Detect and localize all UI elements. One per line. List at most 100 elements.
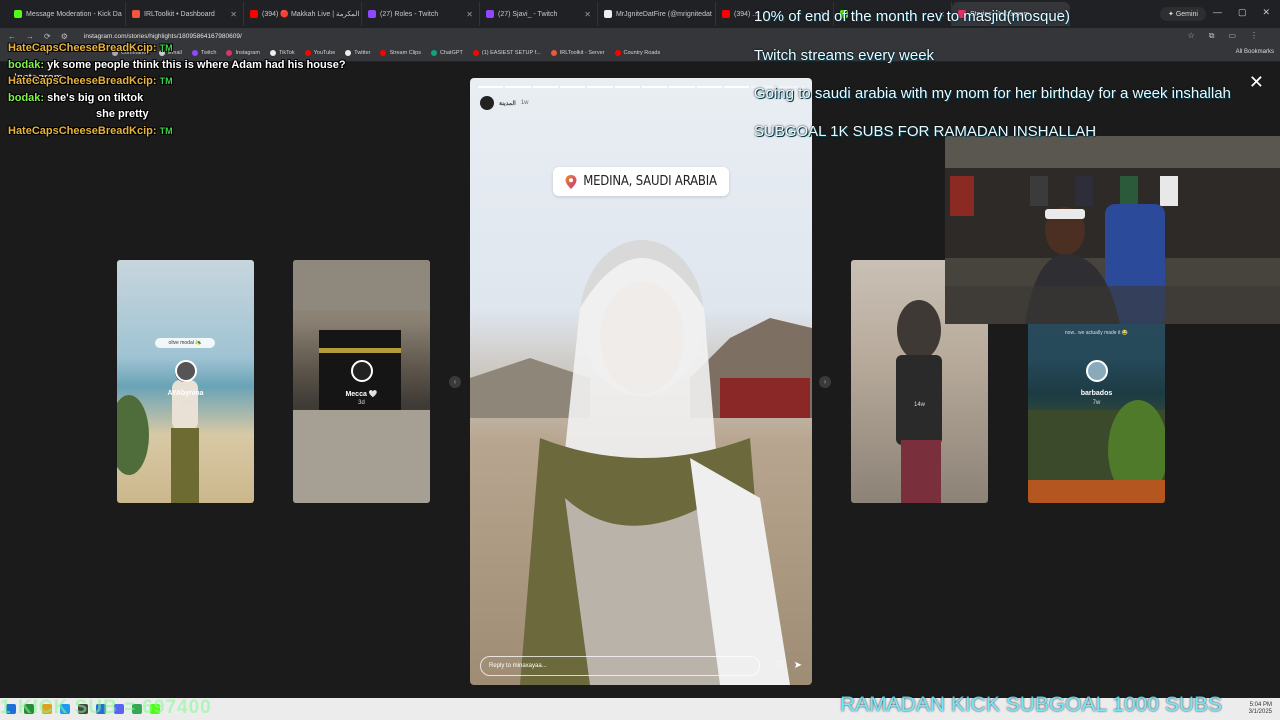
thumb-label: AYAbynina <box>167 390 204 397</box>
avatar <box>1085 360 1108 382</box>
url-field[interactable]: instagram.com/stories/highlights/1809586… <box>84 33 242 40</box>
chat-emote: TM <box>159 76 173 86</box>
bookmark[interactable]: IRLToolkit - Server <box>550 49 605 56</box>
system-clock[interactable]: 5:04 PM 3/1/2025 <box>1249 702 1272 716</box>
chat-separator: : <box>152 124 157 137</box>
minimize-icon[interactable]: — <box>1213 7 1222 18</box>
avatar <box>174 360 197 382</box>
chat-message: she pretty <box>8 106 408 123</box>
menu-icon[interactable]: ⋮ <box>1250 31 1258 41</box>
chat-username: HateCapsCheeseBreadKcip <box>8 124 153 137</box>
extensions-icon[interactable]: ⧉ <box>1209 31 1215 41</box>
close-tab-icon[interactable]: ✕ <box>584 10 591 19</box>
screen: Message Moderation - Kick Da✕ IRLToolkit… <box>0 0 1280 720</box>
send-icon[interactable]: ➤ <box>794 660 802 671</box>
location-text: MEDINA, SAUDI ARABIA <box>583 174 717 189</box>
progress-segment <box>669 86 695 88</box>
window-controls: — ▢ ✕ <box>1213 7 1270 18</box>
clock-date: 3/1/2025 <box>1248 709 1272 716</box>
chat-separator: : <box>152 75 157 87</box>
thumb-label: Mecca 🤍 <box>345 391 378 398</box>
goal-text: Twitch streams every week <box>754 47 935 64</box>
story-username[interactable]: المدينة <box>499 100 516 107</box>
story-actions: ♡ ➤ <box>775 660 802 671</box>
progress-segment <box>478 86 504 88</box>
clock-time: 5:04 PM <box>1249 702 1272 708</box>
story-thumbnail[interactable]: olive modal 🫒 AYAbynina 4w <box>117 260 254 503</box>
chat-message: HateCapsCheeseBreadKcip: TM <box>8 40 408 57</box>
youtube-icon <box>614 49 621 56</box>
next-story-icon[interactable]: › <box>819 376 831 388</box>
chat-username: HateCapsCheeseBreadKcip <box>8 75 153 87</box>
browser-tab[interactable]: Message Moderation - Kick Da✕ <box>8 2 126 26</box>
sidepanel-icon[interactable]: ▭ <box>1228 31 1236 41</box>
chat-text: she pretty <box>96 108 149 120</box>
irltoolkit-icon <box>550 49 557 56</box>
chat-message: HateCapsCheeseBreadKcip: TM <box>8 123 408 140</box>
close-window-icon[interactable]: ✕ <box>1262 7 1270 18</box>
thumb-age: 3d <box>358 400 365 406</box>
goal-text: SUBGOAL 1K SUBS FOR RAMADAN INSHALLAH <box>754 123 1097 140</box>
bookmark-star-icon[interactable]: ☆ <box>1188 31 1195 41</box>
twitch-icon <box>368 10 376 18</box>
sub-goal-ticker: RAMADAN KICK SUBGOAL 1000 SUBS <box>840 693 1223 716</box>
location-pin-icon <box>565 174 577 189</box>
bookmark[interactable]: (1) EASIEST SETUP f... <box>472 49 541 56</box>
story-thumbnail[interactable]: Mecca 🤍 3d <box>293 260 430 503</box>
chat-text: yk some people think this is where Adam … <box>47 58 346 71</box>
irltoolkit-icon <box>132 10 140 18</box>
chat-message: bodak: yk some people think this is wher… <box>8 57 408 74</box>
reply-input[interactable]: Reply to minaxayaa... <box>480 656 760 676</box>
chat-message: bodak: she's big on tiktok <box>8 90 408 107</box>
progress-segment <box>696 86 722 88</box>
progress-segment <box>723 86 750 88</box>
chat-username: HateCapsCheeseBreadKcip <box>8 42 153 54</box>
browser-tab-bar: Message Moderation - Kick Da✕ IRLToolkit… <box>0 0 1280 28</box>
close-stories-icon[interactable]: ✕ <box>1249 72 1264 93</box>
maximize-icon[interactable]: ▢ <box>1238 7 1247 18</box>
close-tab-icon[interactable]: ✕ <box>466 10 473 19</box>
thumb-caption: now.. we actually made it 😂 <box>1064 330 1129 336</box>
tiktok-icon <box>604 10 612 18</box>
thumb-caption-sticker: olive modal 🫒 <box>155 338 215 348</box>
thumb-age: 7w <box>1092 400 1101 406</box>
bookmark[interactable]: Country Roads <box>614 49 660 56</box>
story-age: 1w <box>520 100 529 106</box>
thumb-age: 14w <box>913 402 925 408</box>
goal-text: Going to saudi arabia with my mom for he… <box>754 85 1231 102</box>
active-story[interactable]: المدينة 1w MEDINA, SAUDI ARABIA Reply to… <box>470 78 812 685</box>
goal-text: 10% of end of the month rev to masjid(mo… <box>754 8 1070 25</box>
chatgpt-icon <box>430 49 437 56</box>
browser-tab[interactable]: MrJgniteDatFire (@mrignitedat✕ <box>598 2 716 26</box>
location-sticker[interactable]: MEDINA, SAUDI ARABIA <box>553 167 729 196</box>
webcam-overlay <box>945 136 1280 324</box>
sub-ticker-left: 1 KICK SUB = 697400 <box>0 697 212 718</box>
thumb-label: barbados <box>1080 390 1113 397</box>
youtube-icon <box>722 10 730 18</box>
browser-tab[interactable]: IRLToolkit • Dashboard ✕ <box>126 2 244 26</box>
chat-separator: : <box>40 91 45 104</box>
all-bookmarks[interactable]: All Bookmarks <box>1236 49 1274 55</box>
gemini-button[interactable]: ✦ Gemini <box>1160 7 1206 21</box>
browser-tab[interactable]: (27) Roles - Twitch ✕ <box>362 2 480 26</box>
progress-segment <box>641 86 668 88</box>
youtube-icon <box>250 10 258 18</box>
story-header: المدينة 1w <box>480 96 528 110</box>
webcam-scene <box>945 136 1280 324</box>
twitch-icon <box>486 10 494 18</box>
bookmark[interactable]: ChatGPT <box>430 49 463 56</box>
toolbar-actions: ☆ ⧉ ▭ ⋮ <box>1188 31 1280 41</box>
gemini-icon: ✦ <box>1168 11 1176 18</box>
chat-emote: TM <box>159 125 173 136</box>
browser-tab[interactable]: (394) 🔴 Makkah Live | المكرمة✕ <box>244 2 362 26</box>
progress-segment <box>532 86 558 88</box>
browser-tab[interactable]: (27) Sjavi_ - Twitch ✕ <box>480 2 598 26</box>
avatar <box>350 360 373 382</box>
close-tab-icon[interactable]: ✕ <box>230 10 237 19</box>
kick-icon <box>14 10 22 18</box>
avatar[interactable] <box>480 96 494 110</box>
youtube-icon <box>472 49 479 56</box>
progress-segment <box>559 86 586 88</box>
heart-icon[interactable]: ♡ <box>775 660 784 671</box>
prev-story-icon[interactable]: ‹ <box>449 376 461 388</box>
